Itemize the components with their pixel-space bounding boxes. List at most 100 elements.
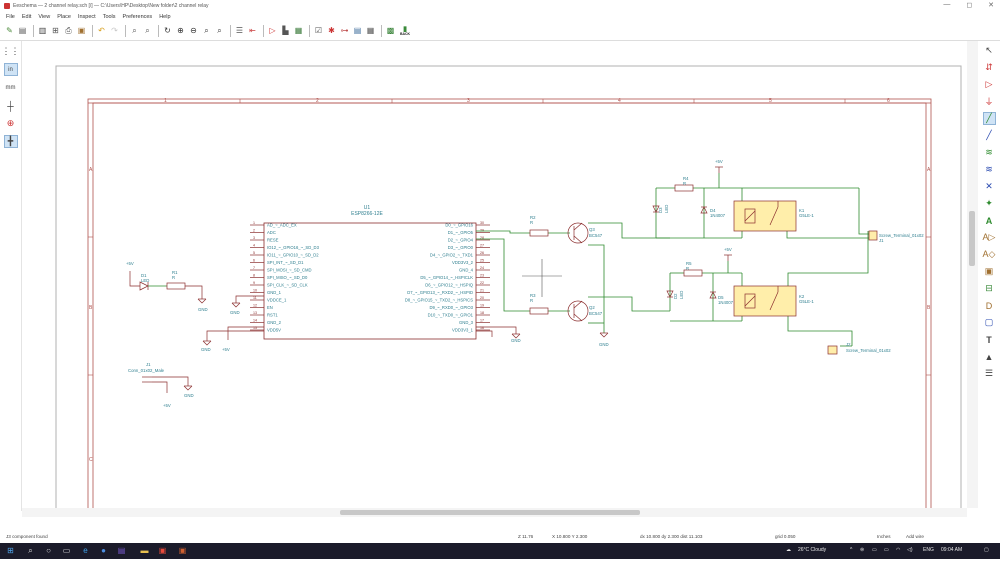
- store-icon[interactable]: ▤: [117, 546, 126, 555]
- kicad-taskbar-icon[interactable]: ▣: [158, 546, 167, 555]
- cortana-icon[interactable]: ○: [44, 546, 53, 555]
- grid-toggle-icon[interactable]: ⋮⋮: [2, 45, 20, 58]
- menu-view[interactable]: View: [38, 14, 50, 20]
- add-power-icon[interactable]: ⏚: [983, 95, 996, 108]
- edge-browser-icon[interactable]: e: [81, 546, 90, 555]
- menu-tools[interactable]: Tools: [103, 14, 116, 20]
- hidden-pins-icon[interactable]: ⊕: [4, 117, 18, 130]
- u1-right-pin-label: VDD3V3_2: [452, 260, 474, 265]
- hierarchy-navigator-icon[interactable]: ☰: [234, 26, 245, 37]
- u1-right-pin-label: GND_4: [459, 268, 474, 273]
- display-icon[interactable]: ▭: [884, 547, 889, 553]
- vertical-scroll-thumb[interactable]: [969, 211, 975, 266]
- add-junction-icon[interactable]: ✦: [983, 197, 996, 210]
- weather-text[interactable]: 26°C Cloudy: [798, 547, 826, 553]
- menu-preferences[interactable]: Preferences: [123, 14, 153, 20]
- open-schematic-icon[interactable]: ▤: [17, 26, 28, 37]
- import-sheet-pin-icon[interactable]: ⊟: [983, 282, 996, 295]
- office-taskbar-icon[interactable]: ▣: [178, 546, 187, 555]
- menu-file[interactable]: File: [6, 14, 15, 20]
- close-button[interactable]: ✕: [988, 1, 994, 9]
- chrome-icon[interactable]: ●: [99, 546, 108, 555]
- erc-icon[interactable]: ☑: [313, 26, 324, 37]
- find-replace-icon[interactable]: ⌕: [142, 26, 153, 37]
- maximize-button[interactable]: ◻: [966, 1, 972, 9]
- bom-icon[interactable]: ▤: [352, 26, 363, 37]
- add-global-label-icon[interactable]: A▷: [983, 231, 996, 244]
- add-hier-sheet-icon[interactable]: ▣: [983, 265, 996, 278]
- pcb-layout-icon[interactable]: ▦: [365, 26, 376, 37]
- units-inches-icon[interactable]: in: [3, 63, 18, 76]
- zoom-selection-icon[interactable]: ⌕: [214, 26, 225, 37]
- print-icon[interactable]: ⎙: [63, 26, 74, 37]
- menu-edit[interactable]: Edit: [22, 14, 31, 20]
- leave-sheet-icon[interactable]: ⇤: [247, 26, 258, 37]
- weather-icon[interactable]: ☁: [786, 547, 791, 553]
- battery-icon[interactable]: ▭: [872, 547, 877, 553]
- menu-place[interactable]: Place: [57, 14, 71, 20]
- cursor-shape-icon[interactable]: ┼: [4, 99, 18, 112]
- add-hier-label-icon[interactable]: A◇: [983, 248, 996, 261]
- add-bus-icon[interactable]: ╱: [983, 129, 996, 142]
- network-icon[interactable]: ⊜: [860, 547, 864, 553]
- u1-left-pin-number: 1: [253, 221, 255, 225]
- add-sheet-pin-icon[interactable]: D: [983, 299, 996, 312]
- no-connect-icon[interactable]: ✕: [983, 180, 996, 193]
- add-wire-icon[interactable]: ╱: [982, 112, 996, 125]
- refresh-icon[interactable]: ↻: [162, 26, 173, 37]
- zoom-out-icon[interactable]: ⊖: [188, 26, 199, 37]
- volume-icon[interactable]: ◁): [907, 547, 913, 553]
- add-graphic-line-icon[interactable]: ▢: [983, 316, 996, 329]
- save-icon[interactable]: ▥: [37, 26, 48, 37]
- notification-icon[interactable]: ▢: [984, 547, 989, 553]
- bus-to-bus-entry-icon[interactable]: ≋: [983, 163, 996, 176]
- schematic-canvas[interactable]: 1 2 3 4 5 6 A B C A B U1 ESP8266-12E 1 AD…: [22, 41, 967, 508]
- select-icon[interactable]: ↖: [983, 44, 996, 57]
- right-toolbar: ↖ ⇵ ▷ ⏚ ╱ ╱ ≋ ≋ ✕ ✦ A A▷ A◇ ▣ ⊟ D ▢ T ▲ …: [978, 41, 1000, 511]
- units-mm-icon[interactable]: mm: [4, 81, 18, 94]
- highlight-net-icon[interactable]: ⇵: [983, 61, 996, 74]
- assign-footprints-icon[interactable]: ⊶: [339, 26, 350, 37]
- add-label-icon[interactable]: A: [983, 214, 996, 227]
- menu-inspect[interactable]: Inspect: [78, 14, 96, 20]
- pcbnew-icon[interactable]: ▩: [385, 26, 396, 37]
- page-settings-icon[interactable]: ⊞: [50, 26, 61, 37]
- wire-orientation-icon[interactable]: ╋: [3, 135, 18, 148]
- k2-relay: [733, 285, 797, 317]
- menu-help[interactable]: Help: [159, 14, 170, 20]
- border-row-b-right: B: [927, 305, 931, 311]
- wire-to-bus-entry-icon[interactable]: ≋: [983, 146, 996, 159]
- annotate-icon[interactable]: ▦: [293, 26, 304, 37]
- redo-icon[interactable]: ↷: [109, 26, 120, 37]
- tray-chevron-icon[interactable]: ^: [850, 547, 852, 553]
- plot-icon[interactable]: ▣: [76, 26, 87, 37]
- netlist-icon[interactable]: ✱: [326, 26, 337, 37]
- j3-ref: J1: [146, 362, 151, 367]
- symbol-browser-icon[interactable]: ▙: [280, 26, 291, 37]
- horizontal-scrollbar[interactable]: [22, 508, 967, 517]
- add-text-icon[interactable]: T: [983, 333, 996, 346]
- wifi-icon[interactable]: ◠: [896, 547, 900, 553]
- clock[interactable]: 09:04 AM: [941, 547, 962, 553]
- u1-right-pin-number: 20: [480, 296, 484, 300]
- new-schematic-icon[interactable]: ✎: [4, 26, 15, 37]
- delete-icon[interactable]: ☰: [983, 367, 996, 380]
- u1-right-pin-number: 23: [480, 274, 484, 278]
- add-image-icon[interactable]: ▲: [983, 350, 996, 363]
- symbol-editor-icon[interactable]: ▷: [267, 26, 278, 37]
- minimize-button[interactable]: —: [943, 1, 950, 9]
- search-icon[interactable]: ⌕: [26, 546, 35, 555]
- add-symbol-icon[interactable]: ▷: [983, 78, 996, 91]
- undo-icon[interactable]: ↶: [96, 26, 107, 37]
- windows-start-icon[interactable]: ⊞: [6, 546, 15, 555]
- language-indicator[interactable]: ENG: [923, 547, 934, 553]
- task-view-icon[interactable]: ▭: [62, 546, 71, 555]
- u1-left-pin-label: RST1: [267, 313, 278, 318]
- zoom-in-icon[interactable]: ⊕: [175, 26, 186, 37]
- vertical-scrollbar[interactable]: [967, 41, 978, 508]
- back-button[interactable]: ▮ BACK: [398, 26, 412, 37]
- horizontal-scroll-thumb[interactable]: [340, 510, 640, 515]
- find-icon[interactable]: ⌕: [129, 26, 140, 37]
- file-explorer-icon[interactable]: ▬: [140, 546, 149, 555]
- zoom-fit-icon[interactable]: ⌕: [201, 26, 212, 37]
